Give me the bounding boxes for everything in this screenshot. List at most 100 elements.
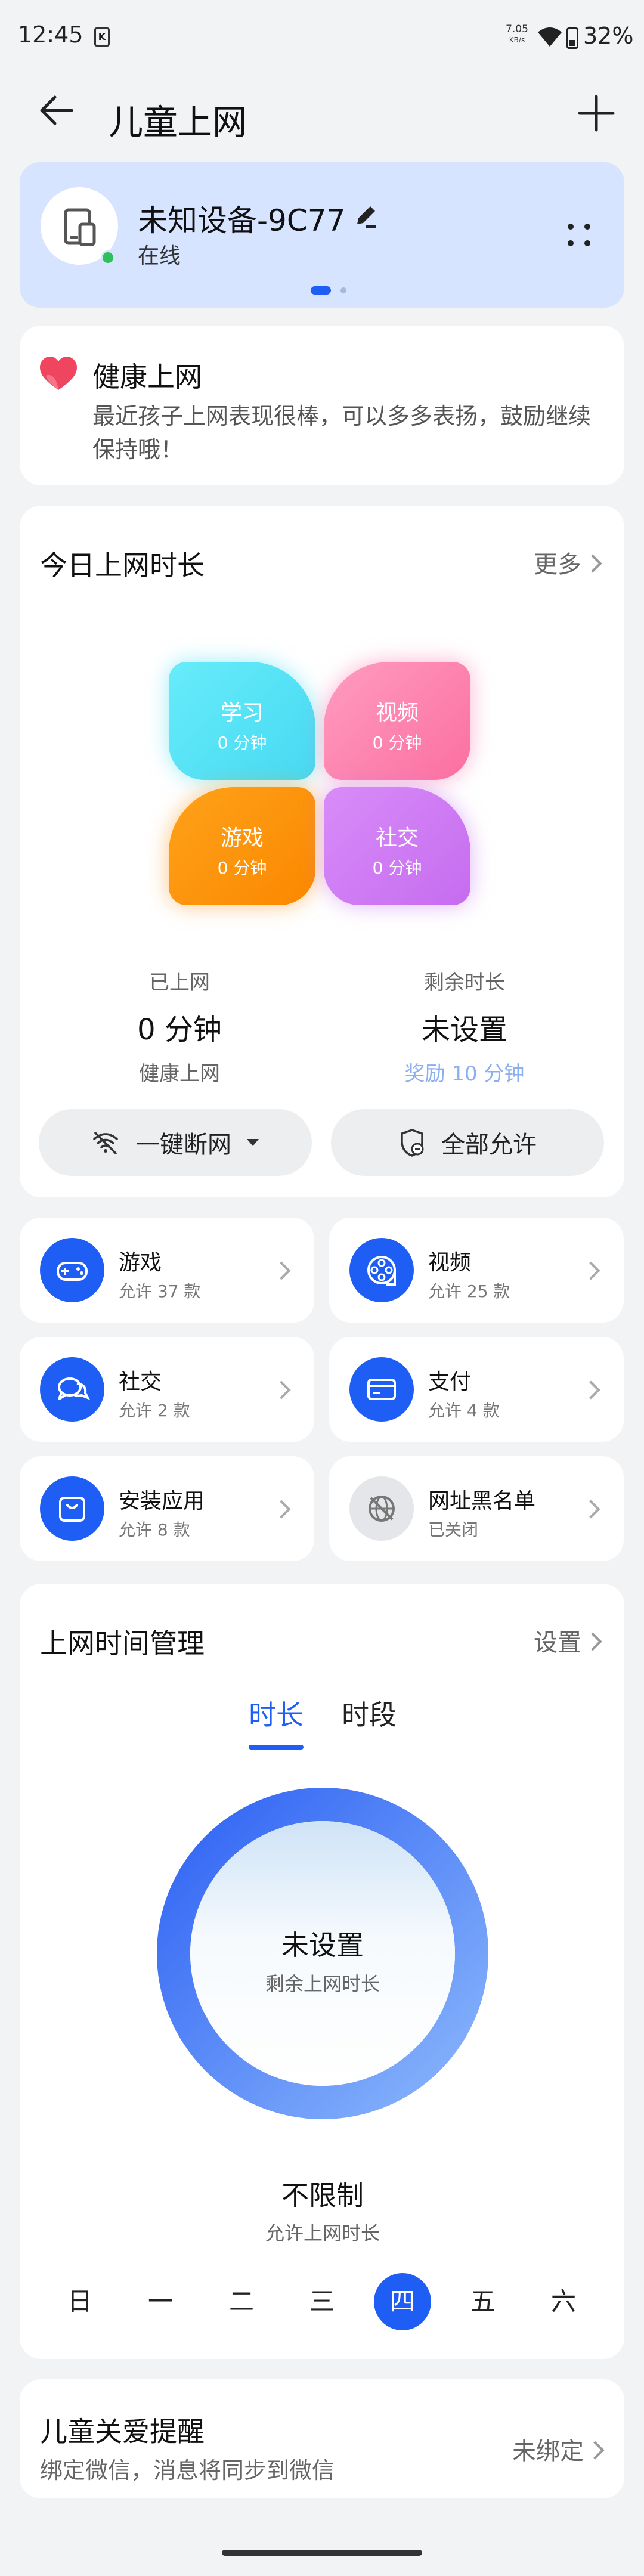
feature-social[interactable]: 社交 允许 2 款 [20, 1337, 314, 1442]
day-fri[interactable]: 五 [454, 2273, 512, 2330]
tab-indicator [249, 1745, 304, 1750]
chevron-right-icon [581, 1380, 600, 1400]
feature-payment[interactable]: 支付 允许 4 款 [329, 1337, 624, 1442]
feature-video[interactable]: 视频 允许 25 款 [329, 1218, 624, 1323]
feature-install-apps[interactable]: 安装应用 允许 8 款 [20, 1456, 314, 1561]
home-indicator[interactable] [222, 2550, 422, 2556]
feature-name: 支付 [428, 1370, 472, 1394]
day-sat[interactable]: 六 [535, 2273, 592, 2330]
more-options-icon[interactable] [561, 217, 597, 253]
feature-name: 安装应用 [119, 1489, 205, 1513]
used-sub: 健康上网 [139, 1062, 220, 1086]
chevron-right-icon [586, 2441, 605, 2460]
wifi-off-icon [93, 1132, 118, 1154]
feature-games[interactable]: 游戏 允许 37 款 [20, 1218, 314, 1323]
net-speed-value: 7.05 [506, 23, 528, 35]
today-usage-card: 今日上网时长 更多 学习 0 分钟 视频 0 分钟 游戏 0 分钟 社交 0 分… [20, 506, 624, 1197]
child-care-card[interactable]: 儿童关爱提醒 绑定微信，消息将同步到微信 未绑定 [20, 2379, 624, 2498]
device-card[interactable]: 未知设备-9C77 在线 [20, 162, 624, 308]
chat-icon [40, 1357, 104, 1422]
day-thu[interactable]: 四 [374, 2273, 431, 2330]
tab-duration[interactable]: 时长 [249, 1693, 304, 1733]
limit-title: 不限制 [281, 2179, 364, 2212]
feature-sub: 允许 37 款 [119, 1281, 201, 1301]
film-reel-icon [349, 1238, 414, 1302]
remaining-label: 剩余时长 [424, 971, 505, 995]
chevron-right-icon [583, 1632, 602, 1651]
pager-dot-active [311, 286, 331, 295]
globe-blocked-icon [349, 1476, 414, 1541]
feature-sub: 允许 8 款 [119, 1520, 190, 1540]
disconnect-label: 一键断网 [136, 1131, 231, 1159]
healthy-title: 健康上网 [92, 361, 202, 393]
online-status-dot [101, 250, 115, 265]
category-game: 游戏 0 分钟 [169, 787, 315, 905]
category-label: 游戏 [220, 826, 264, 850]
chevron-right-icon [272, 1380, 291, 1400]
allow-all-button[interactable]: 全部允许 [331, 1109, 604, 1176]
add-icon[interactable] [572, 89, 620, 137]
used-value: 0 分钟 [137, 1013, 222, 1046]
tab-period[interactable]: 时段 [342, 1693, 397, 1733]
remaining-value: 未设置 [421, 1013, 507, 1046]
category-label: 学习 [220, 701, 264, 725]
chevron-right-icon [272, 1261, 291, 1280]
more-link-label: 更多 [534, 551, 581, 578]
bag-icon [40, 1476, 104, 1541]
device-name: 未知设备-9C77 [138, 203, 346, 238]
feature-name: 网址黑名单 [428, 1489, 536, 1513]
care-status: 未绑定 [512, 2432, 605, 2466]
disconnect-button[interactable]: 一键断网 [39, 1109, 312, 1176]
feature-sub: 允许 4 款 [428, 1401, 500, 1420]
net-speed: 7.05 KB/s [502, 24, 532, 45]
care-status-label: 未绑定 [512, 2438, 584, 2465]
category-label: 社交 [375, 826, 419, 850]
remaining-time-stat: 剩余时长 未设置 奖励 10 分钟 [357, 966, 572, 1086]
ring-title: 未设置 [281, 1929, 364, 1961]
time-management-card: 上网时间管理 设置 时长 时段 未设置 剩余上网时长 不限制 允许上网时长 日 … [20, 1584, 624, 2359]
category-social: 社交 0 分钟 [324, 787, 470, 905]
day-wed[interactable]: 三 [293, 2273, 351, 2330]
category-value: 0 分钟 [217, 733, 267, 753]
settings-label: 设置 [534, 1629, 581, 1657]
care-title: 儿童关爱提醒 [40, 2416, 205, 2448]
status-time: 12:45 [18, 21, 83, 48]
net-speed-unit: KB/s [509, 36, 525, 44]
category-video: 视频 0 分钟 [324, 662, 470, 780]
feature-sub: 允许 25 款 [428, 1281, 510, 1301]
today-title: 今日上网时长 [40, 549, 205, 581]
category-value: 0 分钟 [372, 858, 422, 878]
feature-sub: 已关闭 [428, 1520, 479, 1540]
shield-check-icon [401, 1129, 424, 1157]
chevron-right-icon [272, 1500, 291, 1519]
settings-link[interactable]: 设置 [534, 1623, 602, 1658]
healthy-description: 最近孩子上网表现很棒，可以多多表扬，鼓励继续保持哦！ [92, 403, 592, 463]
healthy-card: 健康上网 最近孩子上网表现很棒，可以多多表扬，鼓励继续保持哦！ [20, 326, 624, 485]
used-label: 已上网 [149, 971, 210, 995]
wifi-icon [538, 27, 562, 47]
day-sun[interactable]: 日 [51, 2273, 109, 2330]
feature-name: 社交 [119, 1370, 162, 1394]
pager-dot [340, 287, 346, 293]
triangle-down-icon [247, 1139, 259, 1146]
category-study: 学习 0 分钟 [169, 662, 315, 780]
gamepad-icon [40, 1238, 104, 1302]
day-tue[interactable]: 二 [213, 2273, 270, 2330]
sim-icon: K [94, 27, 110, 47]
page-title: 儿童上网 [109, 102, 247, 143]
more-link[interactable]: 更多 [534, 545, 602, 580]
back-button[interactable] [36, 89, 78, 131]
edit-icon[interactable] [352, 203, 379, 229]
device-status: 在线 [138, 244, 181, 268]
reward-link[interactable]: 奖励 10 分钟 [357, 1057, 572, 1086]
allow-all-label: 全部允许 [441, 1131, 537, 1159]
chevron-right-icon [581, 1261, 600, 1280]
feature-url-blacklist[interactable]: 网址黑名单 已关闭 [329, 1456, 624, 1561]
chevron-right-icon [581, 1500, 600, 1519]
ring-sub: 剩余上网时长 [265, 1973, 380, 1995]
limit-sub: 允许上网时长 [265, 2222, 380, 2244]
feature-name: 视频 [428, 1250, 472, 1275]
feature-sub: 允许 2 款 [119, 1401, 190, 1420]
battery-level: 32% [583, 23, 634, 49]
day-mon[interactable]: 一 [132, 2273, 189, 2330]
